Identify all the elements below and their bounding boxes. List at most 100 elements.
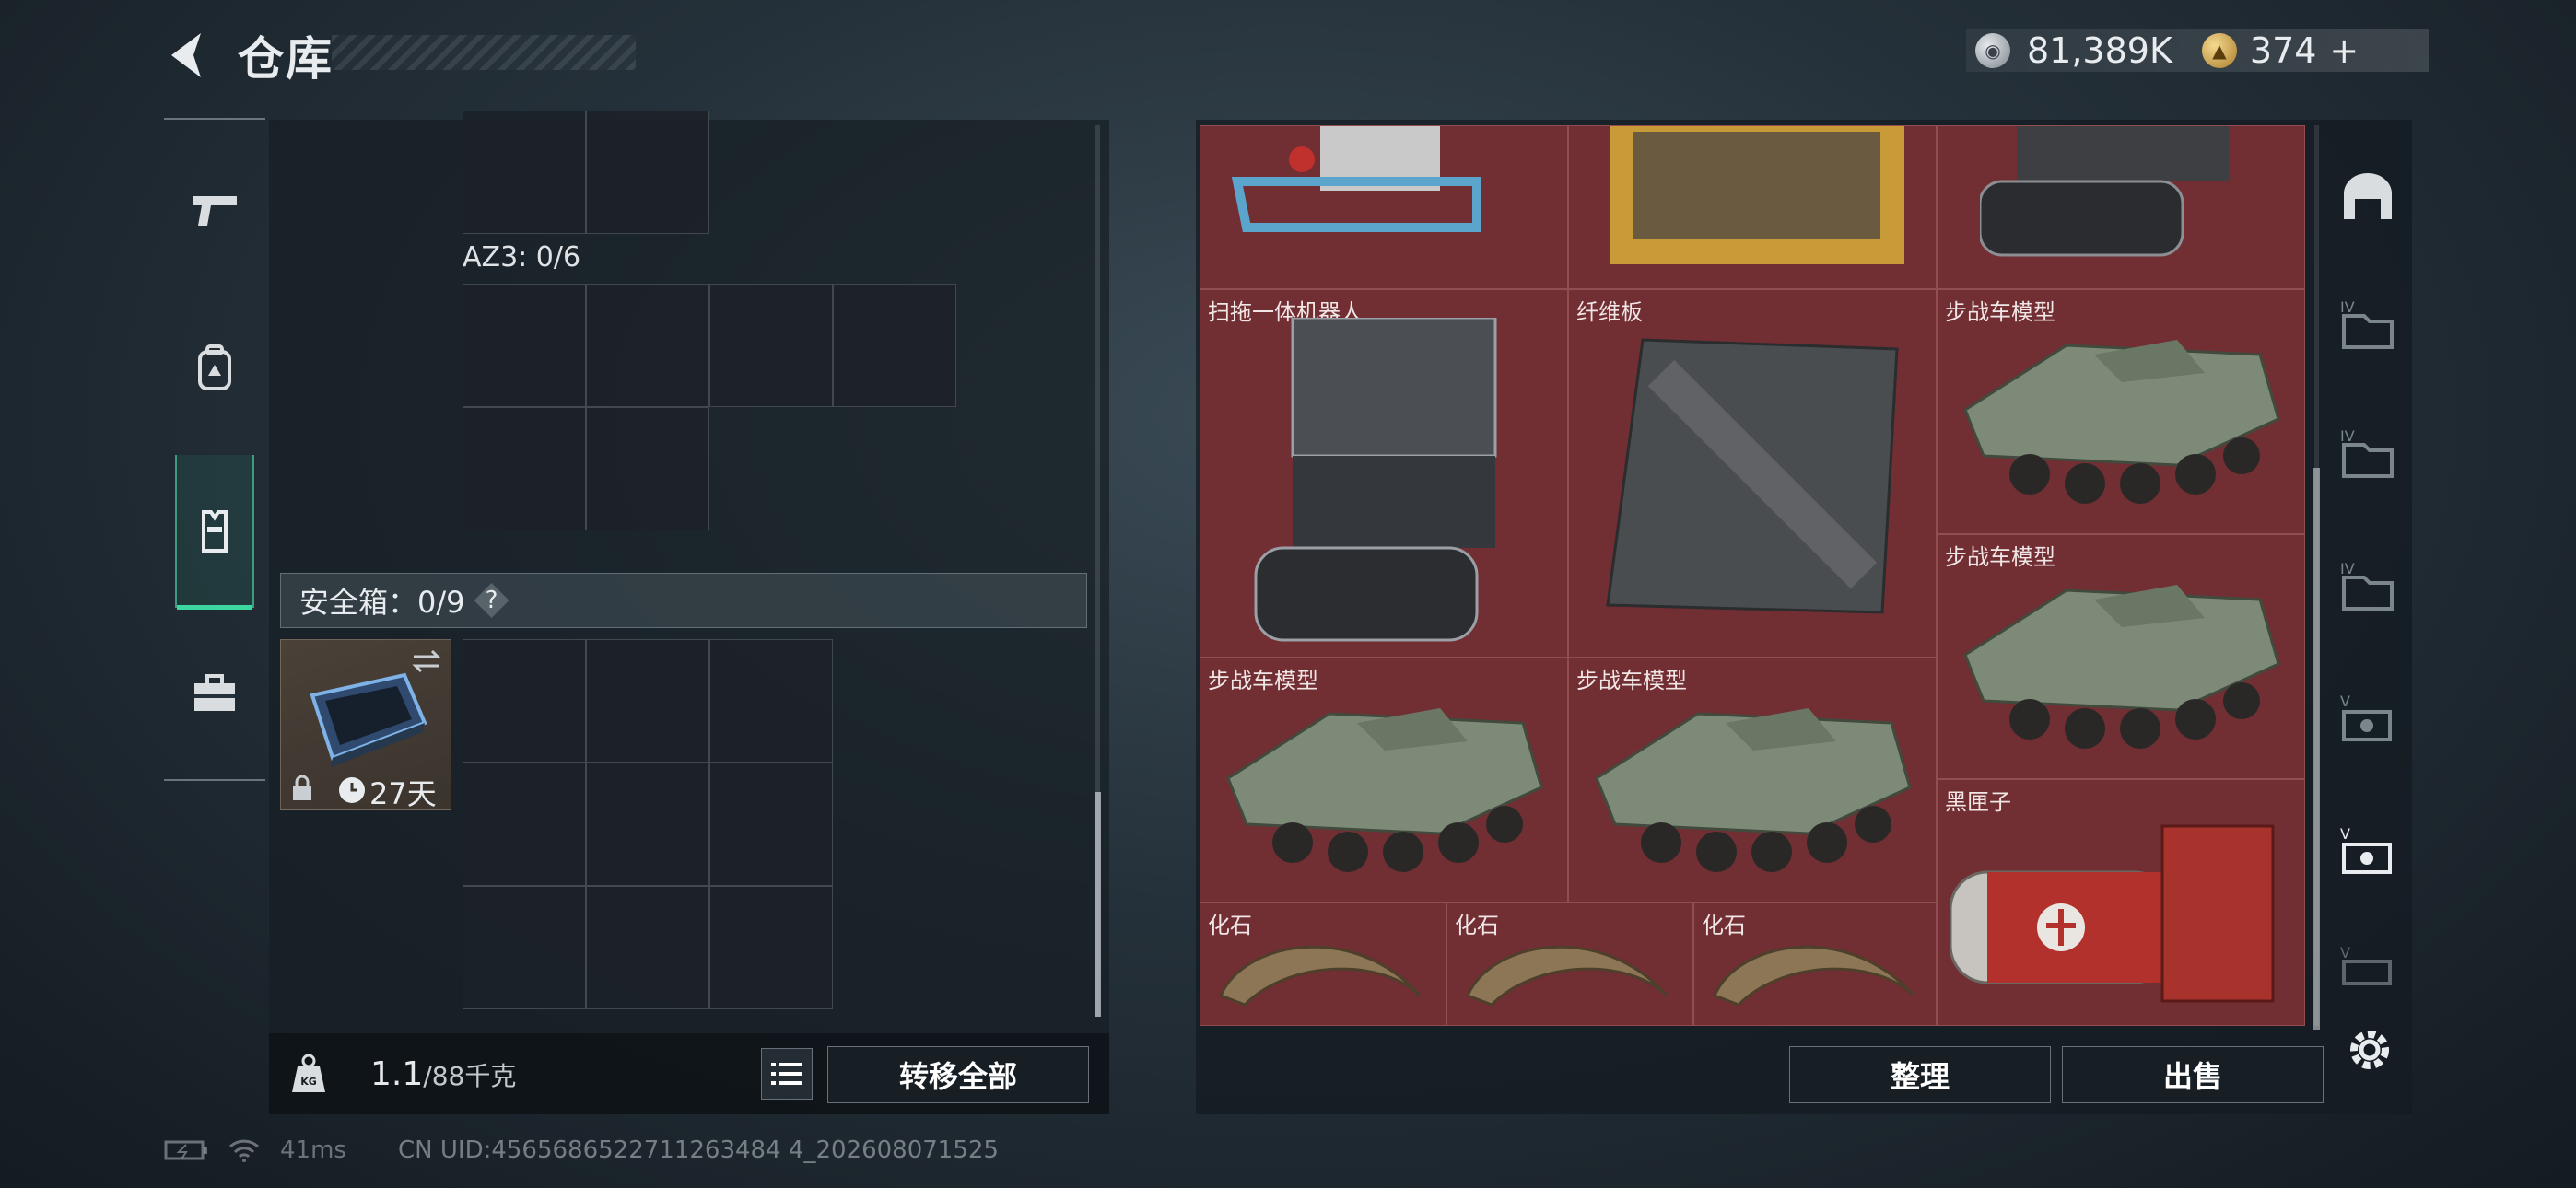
nav-divider-bottom bbox=[164, 779, 265, 781]
currency-primary-value: 81,389K bbox=[2027, 30, 2172, 71]
safe-box-slot[interactable] bbox=[463, 639, 586, 763]
robot-vacuum-image bbox=[1980, 126, 2229, 257]
lock-icon bbox=[293, 775, 311, 800]
safe-box-slot[interactable] bbox=[709, 763, 833, 886]
swap-icon bbox=[412, 649, 441, 673]
item-name: 步战车模型 bbox=[1945, 544, 2055, 570]
stash-tab-5c[interactable]: V bbox=[2331, 919, 2405, 1011]
safe-box-slot[interactable] bbox=[709, 886, 833, 1009]
back-arrow-icon bbox=[171, 33, 201, 77]
sell-button[interactable]: 出售 bbox=[2062, 1046, 2324, 1103]
weight-max: /88千克 bbox=[423, 1061, 517, 1091]
currency-secondary-value: 374 bbox=[2249, 30, 2317, 71]
safe-box-case[interactable]: 27天 bbox=[280, 639, 451, 811]
az3-capacity-label: AZ3: 0/6 bbox=[463, 241, 581, 274]
az3-slot[interactable] bbox=[463, 284, 586, 407]
az3-slot[interactable] bbox=[586, 284, 709, 407]
stash-scrollbar-thumb[interactable] bbox=[2313, 468, 2320, 1030]
folder-tier-icon: IV bbox=[2340, 428, 2394, 478]
apc-model-image bbox=[1595, 708, 1912, 872]
list-icon bbox=[771, 1063, 802, 1085]
item-name: 步战车模型 bbox=[1576, 668, 1687, 693]
silver-coin-icon: ◉ bbox=[1975, 33, 2010, 68]
inventory-slot[interactable] bbox=[463, 111, 586, 234]
safe-box-slot[interactable] bbox=[463, 763, 586, 886]
fossil-image bbox=[1218, 945, 1422, 1007]
stash-item-apc-model[interactable]: 步战车模型 bbox=[1937, 289, 2305, 534]
robot-vacuum-image bbox=[1254, 318, 1497, 642]
stash-slot[interactable] bbox=[1937, 125, 2305, 289]
inventory-scrollbar-thumb[interactable] bbox=[1095, 792, 1101, 1017]
stash-item-black-box[interactable]: 黑匣子 bbox=[1937, 779, 2305, 1026]
apc-model-image bbox=[1963, 340, 2280, 504]
weight-display: 1.1/88千克 bbox=[370, 1055, 516, 1093]
weight-icon: KG bbox=[284, 1048, 334, 1100]
nav-item-vest[interactable] bbox=[175, 455, 254, 610]
safe-box-days: 27天 bbox=[369, 776, 437, 811]
az3-slot[interactable] bbox=[833, 284, 956, 407]
item-name: 黑匣子 bbox=[1945, 789, 2011, 815]
stash-tab-4b[interactable]: IV bbox=[2331, 398, 2405, 508]
az3-slot[interactable] bbox=[586, 407, 709, 530]
safe-box-slot[interactable] bbox=[586, 763, 709, 886]
item-name: 步战车模型 bbox=[1945, 299, 2055, 325]
svg-text:V: V bbox=[2340, 945, 2350, 961]
stash-item-fossil[interactable]: 化石 bbox=[1693, 903, 1937, 1026]
safe-box-label: 安全箱：0/9 bbox=[299, 585, 465, 620]
stash-tab-main[interactable] bbox=[2331, 142, 2405, 252]
warehouse-icon bbox=[2344, 173, 2392, 219]
stash-tab-4c[interactable]: IV bbox=[2331, 530, 2405, 641]
az3-slot[interactable] bbox=[709, 284, 833, 407]
list-view-button[interactable] bbox=[761, 1048, 813, 1100]
stash-item-apc-model[interactable]: 步战车模型 bbox=[1200, 658, 1568, 903]
secure-case-image bbox=[310, 672, 427, 767]
svg-text:V: V bbox=[2340, 693, 2350, 710]
sort-button[interactable]: 整理 bbox=[1789, 1046, 2051, 1103]
svg-text:IV: IV bbox=[2340, 428, 2355, 445]
nav-item-toolbox[interactable] bbox=[164, 643, 265, 744]
svg-text:KG: KG bbox=[300, 1076, 317, 1088]
stash-item-robot-vacuum[interactable]: 扫拖一体机器人 bbox=[1200, 289, 1568, 658]
svg-text:V: V bbox=[2340, 826, 2350, 843]
inventory-slot[interactable] bbox=[586, 111, 709, 234]
stash-item-fiberboard[interactable]: 纤维板 bbox=[1568, 289, 1937, 658]
user-uid: CN UID:4565686522711263484 4_20260807152… bbox=[398, 1136, 999, 1164]
stash-item-fossil[interactable]: 化石 bbox=[1200, 903, 1446, 1026]
folder-tier-icon: IV bbox=[2340, 561, 2394, 611]
settings-button[interactable] bbox=[2340, 1020, 2399, 1079]
photo-tier-icon: V bbox=[2340, 693, 2392, 741]
safe-box-slot[interactable] bbox=[709, 639, 833, 763]
svg-text:IV: IV bbox=[2340, 299, 2355, 316]
battery-icon bbox=[164, 1140, 207, 1160]
transfer-all-button[interactable]: 转移全部 bbox=[827, 1046, 1089, 1103]
nav-item-backpack[interactable] bbox=[164, 317, 265, 418]
svg-text:IV: IV bbox=[2340, 561, 2355, 577]
stash-item-apc-model[interactable]: 步战车模型 bbox=[1568, 658, 1937, 903]
page-title: 仓库 bbox=[238, 32, 334, 86]
apc-model-image bbox=[1963, 585, 2280, 749]
stash-tab-5a[interactable]: V bbox=[2331, 663, 2405, 774]
safe-box-slot[interactable] bbox=[586, 639, 709, 763]
vest-icon bbox=[202, 510, 228, 553]
stash-tab-4a[interactable]: IV bbox=[2331, 269, 2405, 379]
toolbox-icon bbox=[194, 674, 235, 711]
az3-slot[interactable] bbox=[463, 407, 586, 530]
stash-grid: 扫拖一体机器人 纤维板 步战车模型 步战车模型 步战车模型 步战车模型 黑匣子 … bbox=[1200, 125, 2305, 1026]
wifi-icon bbox=[228, 1139, 260, 1162]
folder-tier-icon: IV bbox=[2340, 299, 2394, 349]
currency-bar: ◉ 81,389K ▲ 374 + bbox=[1966, 29, 2429, 72]
machine-image bbox=[1231, 126, 1481, 232]
back-button[interactable] bbox=[158, 26, 214, 85]
stash-tab-5b[interactable]: V bbox=[2331, 796, 2405, 906]
stash-slot[interactable] bbox=[1568, 125, 1937, 289]
add-currency-button[interactable]: + bbox=[2329, 30, 2359, 71]
painting-image bbox=[1610, 126, 1904, 264]
stash-item-apc-model[interactable]: 步战车模型 bbox=[1937, 534, 2305, 779]
stash-item-fossil[interactable]: 化石 bbox=[1446, 903, 1693, 1026]
help-button[interactable]: ? bbox=[474, 583, 509, 618]
ping-value: 41ms bbox=[280, 1136, 346, 1164]
nav-item-weapons[interactable] bbox=[164, 158, 265, 260]
safe-box-slot[interactable] bbox=[586, 886, 709, 1009]
safe-box-slot[interactable] bbox=[463, 886, 586, 1009]
stash-slot[interactable] bbox=[1200, 125, 1568, 289]
